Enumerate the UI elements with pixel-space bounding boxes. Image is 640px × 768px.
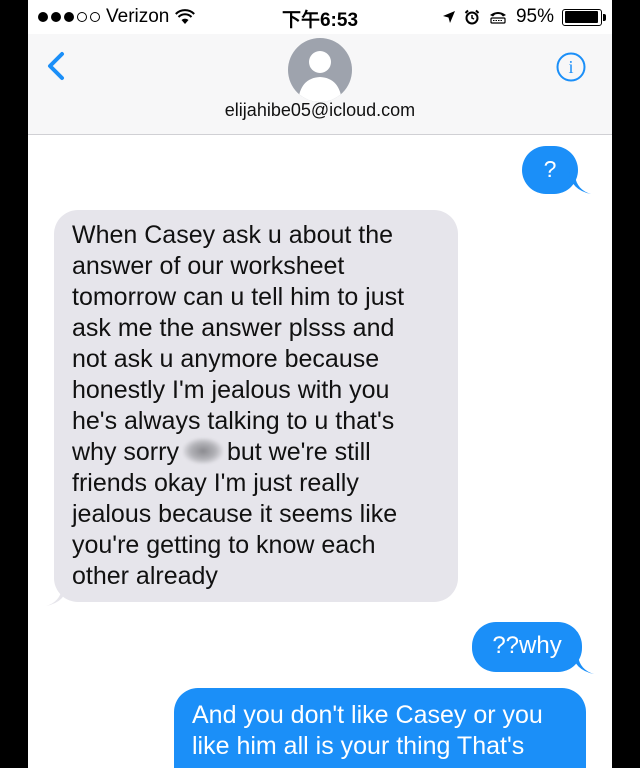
- redacted-emoji: [182, 438, 223, 464]
- back-chevron-icon: [48, 52, 64, 80]
- bubble-tail: [572, 652, 594, 674]
- sent-message-bubble[interactable]: ??why: [472, 622, 582, 672]
- tty-icon: [489, 12, 506, 24]
- info-button[interactable]: i: [556, 52, 586, 82]
- info-icon: i: [556, 52, 586, 82]
- messages-screen: Verizon 下午6:53 95% elijahibe05@icloud.co…: [28, 0, 612, 768]
- contact-name[interactable]: elijahibe05@icloud.com: [28, 100, 612, 121]
- message-line: you're getting to know each: [72, 531, 376, 559]
- alarm-icon: [464, 9, 480, 25]
- contact-avatar[interactable]: [288, 38, 352, 102]
- message-line: friends okay I'm just really: [72, 469, 359, 497]
- message-line: tomorrow can u tell him to just: [72, 283, 405, 311]
- received-message-bubble[interactable]: When Casey ask u about the answer of our…: [54, 210, 458, 602]
- message-text: ?: [543, 156, 557, 182]
- message-line: why sorry but we're still: [72, 437, 444, 468]
- bubble-tail: [569, 172, 591, 194]
- message-text-segment: why sorry: [72, 438, 179, 466]
- message-line: jealous because it seems like: [72, 500, 398, 528]
- message-line: answer of our worksheet: [72, 252, 345, 280]
- conversation-header: elijahibe05@icloud.com i: [28, 34, 612, 135]
- message-line: ask me the answer plsss and: [72, 314, 395, 342]
- message-line: not ask u anymore because: [72, 345, 380, 373]
- battery-percent: 95%: [515, 6, 554, 27]
- back-button[interactable]: [42, 48, 72, 84]
- message-text-segment: but we're still: [226, 438, 371, 466]
- message-line: When Casey ask u about the: [72, 221, 394, 249]
- message-line: like him all is your thing That's: [192, 732, 525, 760]
- battery-icon: [562, 8, 606, 26]
- message-text: ??why: [492, 632, 562, 659]
- location-arrow-icon: [442, 11, 455, 23]
- sent-message-bubble[interactable]: And you don't like Casey or you like him…: [174, 688, 586, 768]
- message-line: he's always talking to u that's: [72, 407, 395, 435]
- battery-level: [564, 11, 598, 23]
- status-bar: Verizon 下午6:53 95%: [28, 0, 612, 34]
- avatar-silhouette-icon: [298, 51, 342, 102]
- bubble-tail: [46, 584, 68, 606]
- message-line: And you don't like Casey or you: [192, 701, 543, 729]
- message-line: other already: [72, 562, 218, 590]
- svg-text:i: i: [568, 57, 573, 77]
- message-line: honestly I'm jealous with you: [72, 376, 390, 404]
- status-right: 95%: [442, 6, 606, 28]
